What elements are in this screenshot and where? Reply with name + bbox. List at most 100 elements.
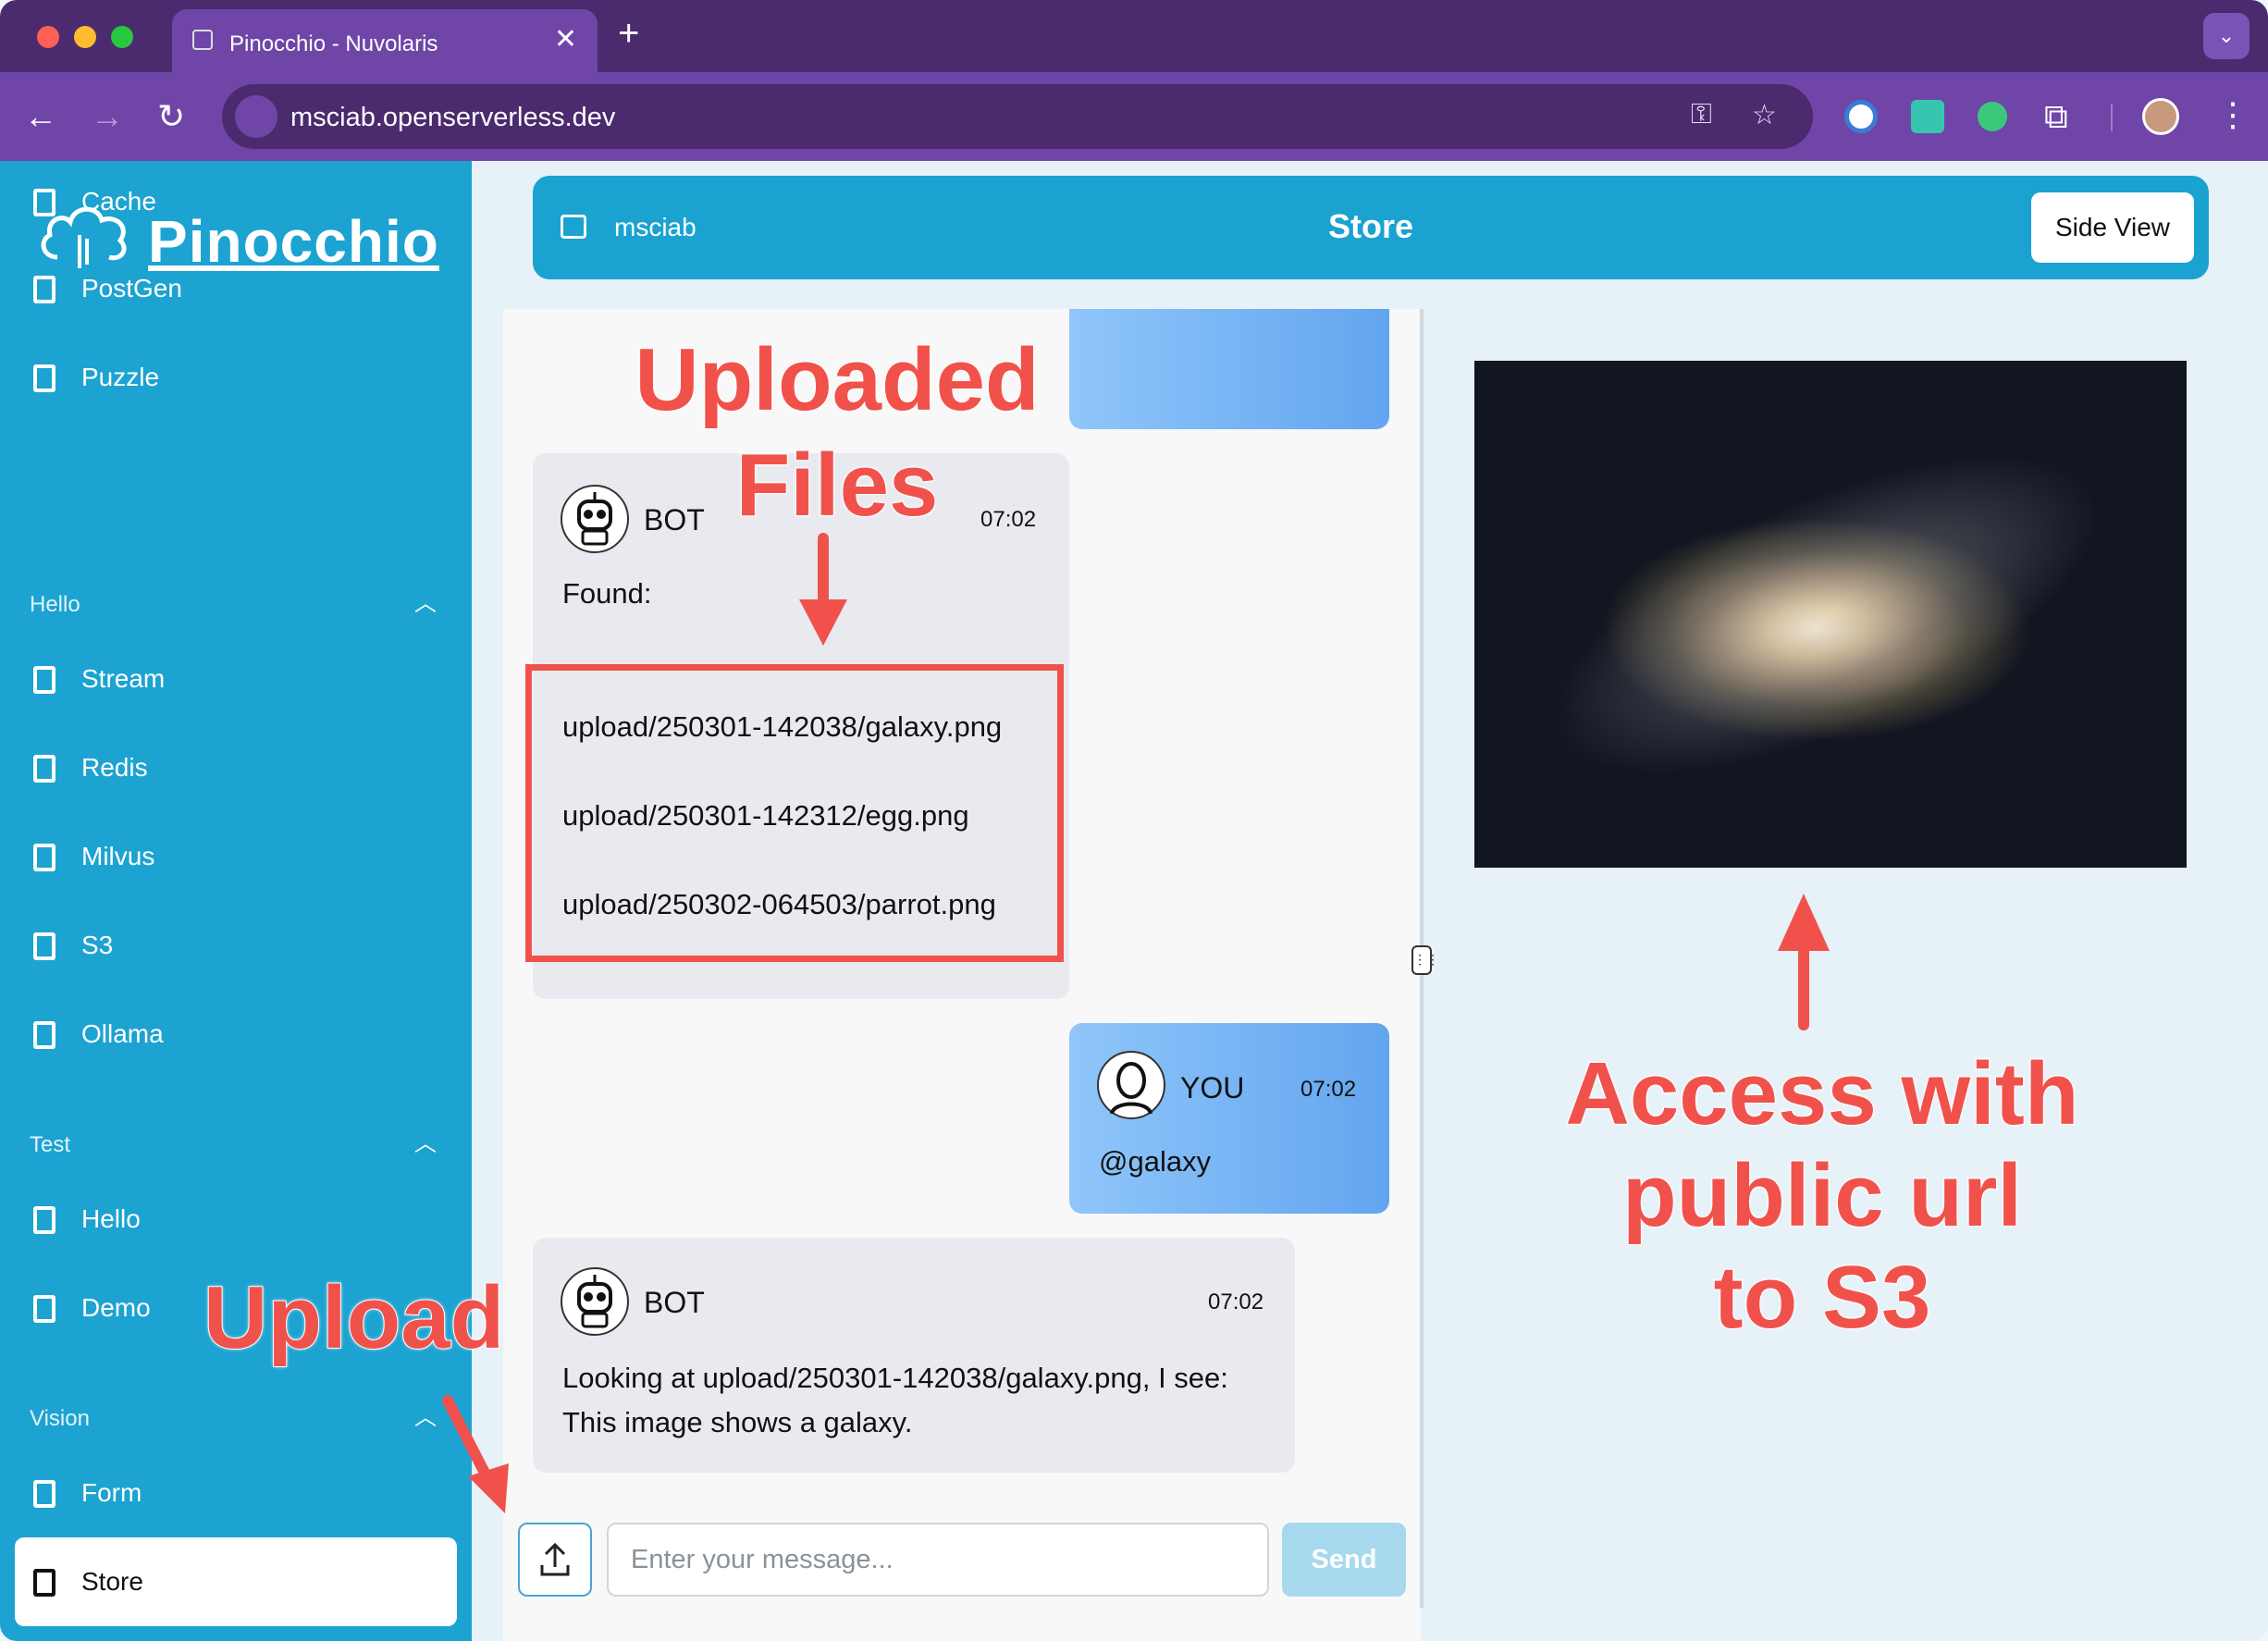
book-icon: [33, 276, 55, 303]
bot-message: BOT 07:02 Looking at upload/250301-14203…: [533, 1238, 1295, 1473]
section-header-test: Test: [30, 1132, 71, 1157]
chevron-up-icon[interactable]: ︿: [414, 1125, 437, 1157]
sidebar-item-label: Form: [81, 1478, 142, 1507]
book-icon: [33, 844, 55, 871]
book-icon: [33, 1021, 55, 1049]
sidebar-item-form[interactable]: Form: [15, 1449, 457, 1537]
url-text: msciab.openserverless.dev: [290, 103, 616, 132]
close-window-button[interactable]: [37, 26, 59, 48]
favicon-icon: [192, 30, 213, 50]
book-icon: [33, 755, 55, 783]
browser-tab[interactable]: Pinocchio - Nuvolaris ✕: [172, 9, 598, 74]
sender-name: BOT: [644, 1286, 705, 1319]
sidebar-item-puzzle[interactable]: Puzzle: [15, 333, 457, 422]
annotation-uploaded: Uploaded: [634, 329, 1040, 430]
message-text: Found:: [562, 577, 652, 610]
sidebar-item-hello[interactable]: Hello: [15, 1175, 457, 1264]
profile-avatar[interactable]: [2142, 98, 2179, 135]
annotation-files: Files: [735, 435, 940, 536]
robot-avatar-icon: [561, 485, 629, 553]
address-bar[interactable]: msciab.openserverless.dev ⚿ ☆: [222, 84, 1813, 149]
maximize-window-button[interactable]: [111, 26, 133, 48]
workspace-name: msciab: [614, 213, 696, 241]
sidebar-item-label: Milvus: [81, 842, 155, 870]
page-header: Store msciab Side View: [533, 176, 2209, 279]
back-icon[interactable]: ←: [24, 98, 57, 135]
browser-window: Pinocchio - Nuvolaris ✕ + ⌄ ← → ↻ msciab…: [0, 0, 2268, 1641]
minimize-window-button[interactable]: [74, 26, 96, 48]
annotation-upload: Upload: [203, 1267, 505, 1368]
section-header-vision: Vision: [30, 1406, 90, 1431]
robot-avatar-icon: [561, 1267, 629, 1336]
send-button[interactable]: Send: [1282, 1523, 1406, 1597]
sidebar-item-label: Redis: [81, 753, 148, 782]
sidebar-item-ollama[interactable]: Ollama: [15, 990, 457, 1079]
book-icon: [33, 189, 55, 216]
reload-icon[interactable]: ↻: [157, 98, 185, 135]
extension-icon[interactable]: [1844, 100, 1878, 133]
sidebar-item-milvus[interactable]: Milvus: [15, 812, 457, 901]
galaxy-arm: [1508, 389, 2144, 842]
book-icon: [33, 1206, 55, 1234]
message-text: This image shows a galaxy.: [562, 1406, 913, 1438]
resize-handle-icon[interactable]: ⋮⋮: [1411, 945, 1439, 975]
book-icon: [33, 364, 55, 392]
sidebar-item-label: Hello: [81, 1204, 141, 1233]
arrow-down-icon: [799, 533, 847, 646]
tab-bar: Pinocchio - Nuvolaris ✕ + ⌄: [0, 0, 2268, 74]
arrow-up-icon: [1778, 894, 1830, 1030]
upload-button[interactable]: [518, 1523, 592, 1597]
sidebar-item-s3[interactable]: S3: [15, 901, 457, 990]
sidebar-item-cache[interactable]: Cache: [15, 161, 457, 246]
message-time: 07:02: [1300, 1077, 1357, 1102]
sidebar-item-stream[interactable]: Stream: [15, 635, 457, 723]
message-input[interactable]: [607, 1523, 1269, 1597]
browser-toolbar: ← → ↻ msciab.openserverless.dev ⚿ ☆ ⧉ ⋮: [0, 72, 2268, 161]
close-tab-icon[interactable]: ✕: [554, 26, 577, 54]
book-icon: [33, 1480, 55, 1508]
sender-name: YOU: [1180, 1071, 1245, 1104]
extension-check-icon[interactable]: [1978, 102, 2007, 131]
book-icon: [33, 1569, 55, 1597]
side-view-button[interactable]: Side View: [2031, 192, 2194, 263]
sidebar-toggle-icon[interactable]: [561, 215, 586, 239]
extension-icon[interactable]: [1911, 100, 1944, 133]
message-text: @galaxy: [1099, 1145, 1212, 1178]
sidebar-item-label: Demo: [81, 1293, 151, 1322]
sidebar-item-label: Stream: [81, 664, 166, 693]
uploaded-files-highlight: [525, 664, 1064, 962]
upload-icon: [540, 1542, 570, 1576]
sidebar-item-label: Cache: [81, 187, 156, 216]
annotation-access-1: Access with: [1565, 1043, 2080, 1144]
galaxy-image: [1474, 361, 2187, 868]
forward-icon[interactable]: →: [91, 98, 124, 135]
annotation-access-2: public url: [1621, 1145, 2023, 1246]
chevron-up-icon[interactable]: ︿: [414, 585, 437, 617]
sidebar-item-postgen[interactable]: PostGen: [15, 244, 457, 333]
tab-search-icon[interactable]: ⌄: [2203, 13, 2250, 59]
tab-title: Pinocchio - Nuvolaris: [229, 31, 438, 56]
key-icon[interactable]: ⚿: [1691, 99, 1712, 130]
sidebar-item-redis[interactable]: Redis: [15, 723, 457, 812]
new-tab-icon[interactable]: +: [618, 15, 639, 52]
sidebar-item-label: PostGen: [81, 274, 182, 302]
message-text: Looking at upload/250301-142038/galaxy.p…: [562, 1362, 1228, 1394]
arrow-down-right-icon: [442, 1395, 509, 1513]
previous-message-bubble: [1069, 309, 1389, 429]
sidebar-item-label: S3: [81, 931, 114, 959]
annotation-access-3: to S3: [1713, 1247, 1932, 1348]
sidebar-item-store[interactable]: Store: [15, 1537, 457, 1626]
menu-kebab-icon[interactable]: ⋮: [2216, 96, 2250, 133]
sidebar-item-label: Ollama: [81, 1019, 164, 1048]
site-settings-icon[interactable]: [235, 95, 277, 138]
book-icon: [33, 666, 55, 694]
bookmark-star-icon[interactable]: ☆: [1752, 99, 1777, 131]
book-icon: [33, 932, 55, 960]
user-avatar-icon: [1097, 1051, 1165, 1119]
sidebar-item-label: Puzzle: [81, 363, 160, 391]
book-icon: [33, 1295, 55, 1323]
chevron-up-icon[interactable]: ︿: [414, 1399, 437, 1431]
user-message: YOU 07:02 @galaxy: [1069, 1023, 1389, 1214]
extensions-puzzle-icon[interactable]: ⧉: [2044, 98, 2068, 135]
sidebar-item-label: Store: [81, 1567, 143, 1596]
